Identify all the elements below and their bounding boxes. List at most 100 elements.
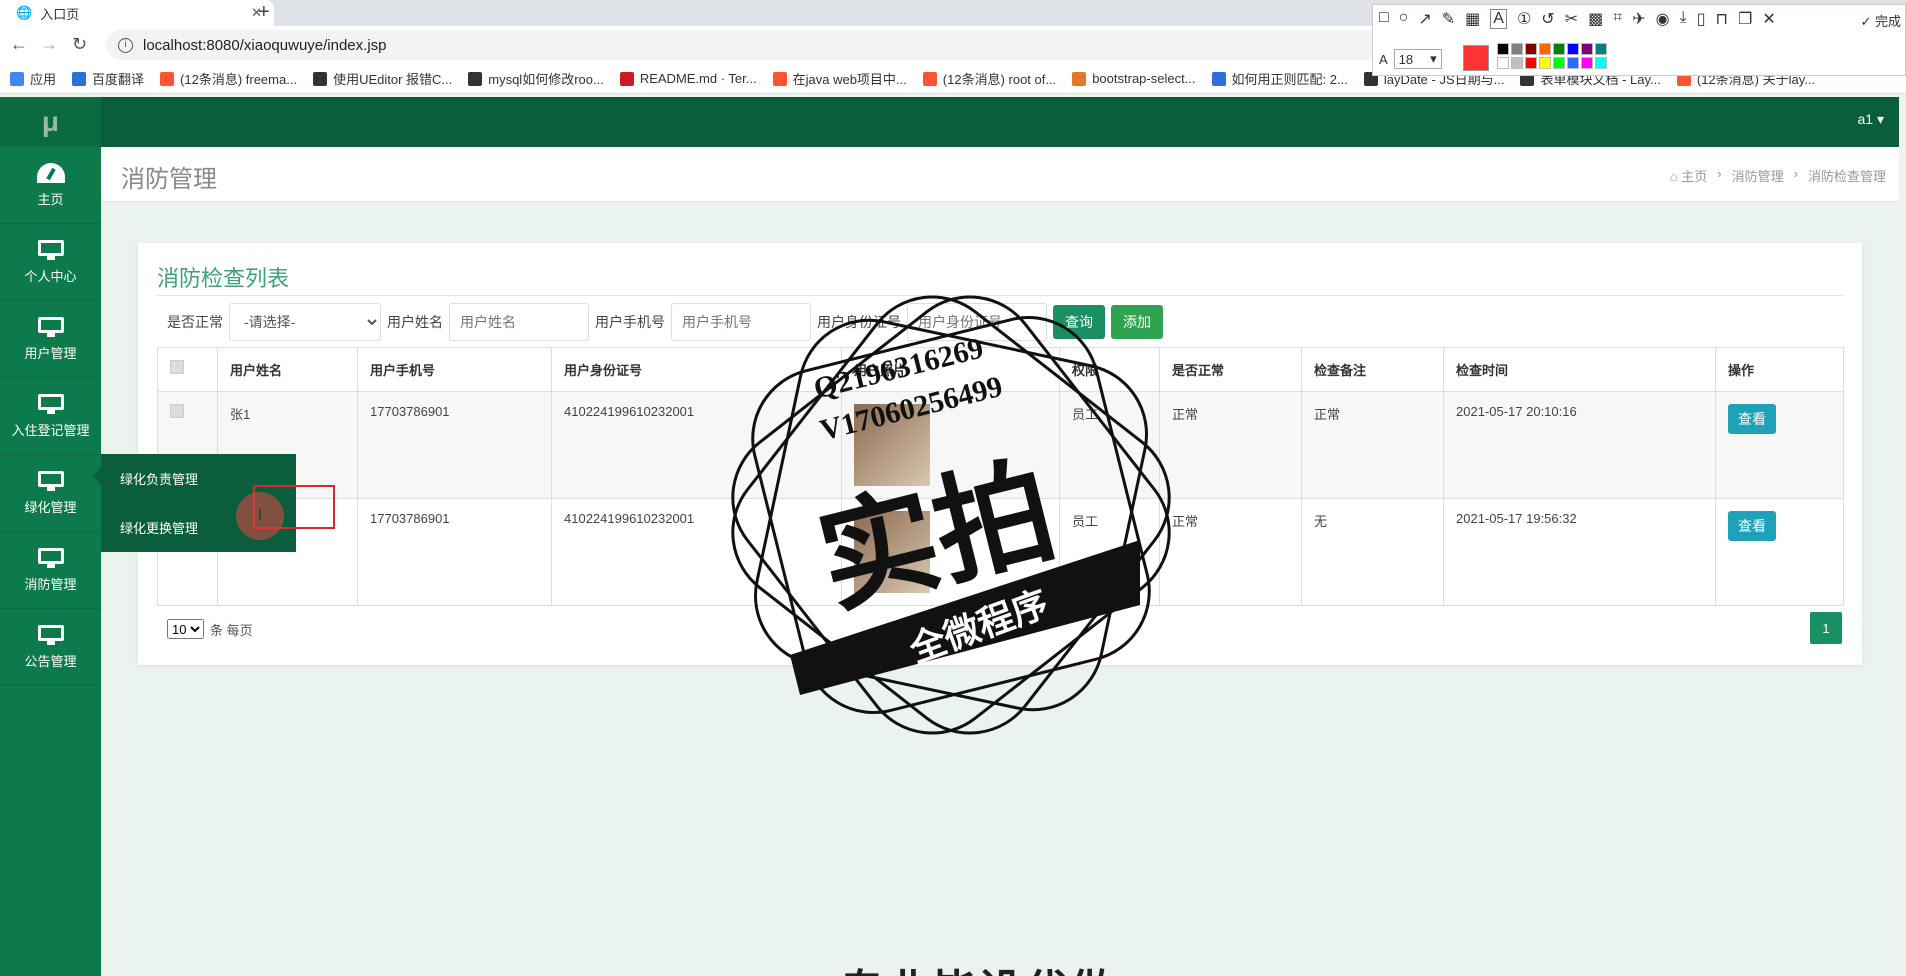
view-button[interactable]: 查看 <box>1728 404 1776 434</box>
pen-icon[interactable]: ✎ <box>1442 9 1455 29</box>
top-bar: a1 ▾ <box>101 97 1906 147</box>
bookmark-item[interactable]: README.md · Ter... <box>619 71 757 86</box>
cell-phone: 17703786901 <box>357 391 552 499</box>
copy-icon[interactable]: ❐ <box>1738 9 1752 29</box>
number-icon[interactable]: ① <box>1517 9 1531 29</box>
palette-swatch[interactable] <box>1539 43 1551 55</box>
undo-icon[interactable]: ↺ <box>1541 9 1554 29</box>
bookmark-favicon-icon <box>72 71 87 86</box>
bookmark-item[interactable]: 在java web项目中... <box>772 69 907 88</box>
user-menu[interactable]: a1 ▾ <box>1858 111 1885 128</box>
palette-swatch[interactable] <box>1567 43 1579 55</box>
record-icon[interactable]: ◉ <box>1656 9 1670 29</box>
cell-phone: 17703786901 <box>357 498 552 606</box>
name-label: 用户姓名 <box>387 314 443 330</box>
breadcrumb-level1[interactable]: 消防管理 <box>1732 166 1784 185</box>
palette-swatch[interactable] <box>1525 43 1537 55</box>
bottom-banner-text: 专业毕设代做 <box>840 955 1116 976</box>
bookmark-favicon-icon <box>160 71 175 86</box>
bookmark-item[interactable]: 使用UEditor 报错C... <box>313 69 452 88</box>
info-icon[interactable]: i <box>118 37 133 53</box>
bookmark-label: 应用 <box>30 72 57 87</box>
text-cursor-icon: I <box>257 507 263 524</box>
palette-swatch[interactable] <box>1539 57 1551 69</box>
ellipse-icon[interactable]: ○ <box>1399 9 1409 29</box>
palette-swatch[interactable] <box>1595 43 1607 55</box>
cell-action: 查看 <box>1715 498 1844 606</box>
sidebar-item[interactable]: 公告管理 <box>0 609 101 686</box>
text-icon[interactable]: A <box>1490 9 1507 29</box>
breadcrumb-level2: 消防检查管理 <box>1807 169 1886 184</box>
page-scrollbar[interactable] <box>1899 97 1906 967</box>
palette-swatch[interactable] <box>1595 57 1607 69</box>
arrow-icon[interactable]: ↗ <box>1418 9 1431 29</box>
bookmark-label: 如何用正则匹配: 2... <box>1231 72 1348 87</box>
palette-swatch[interactable] <box>1511 43 1523 55</box>
scissors-icon[interactable]: ✂ <box>1565 9 1578 29</box>
bookmark-item[interactable]: (12条消息) freema... <box>160 69 297 88</box>
bookmark-item[interactable]: 百度翻译 <box>72 69 144 88</box>
forward-icon[interactable]: → <box>40 34 58 55</box>
list-title: 消防检查列表 <box>157 266 290 291</box>
select-all-checkbox[interactable] <box>170 360 184 374</box>
page-button-1[interactable]: 1 <box>1810 612 1842 644</box>
sidebar-item[interactable]: 入住登记管理 <box>0 378 101 455</box>
back-icon[interactable]: ← <box>10 34 28 55</box>
current-color-swatch[interactable] <box>1463 45 1489 71</box>
col-remark: 检查备注 <box>1301 347 1444 392</box>
bookmark-icon[interactable]: ⊓ <box>1716 9 1728 29</box>
cell-remark: 无 <box>1301 498 1444 606</box>
bookmark-favicon-icon <box>619 71 634 86</box>
download-icon[interactable]: ⤓ <box>1680 9 1687 29</box>
sidebar-item[interactable]: 消防管理 <box>0 532 101 609</box>
reload-icon[interactable]: ↻ <box>72 34 87 55</box>
pin-icon[interactable]: ✈ <box>1632 9 1645 29</box>
phone-icon[interactable]: ▯ <box>1697 9 1706 29</box>
palette-swatch[interactable] <box>1497 43 1509 55</box>
page-header: 消防管理 ⌂ 主页 › 消防管理 › 消防检查管理 <box>101 147 1906 202</box>
name-input[interactable] <box>449 303 589 341</box>
phone-label: 用户手机号 <box>595 314 665 330</box>
breadcrumb-home[interactable]: ⌂ 主页 <box>1670 166 1708 185</box>
bookmark-item[interactable]: 如何用正则匹配: 2... <box>1211 69 1348 88</box>
bookmark-item[interactable]: (12条消息) root of... <box>922 69 1056 88</box>
bookmark-favicon-icon <box>1072 71 1087 86</box>
palette-swatch[interactable] <box>1581 43 1593 55</box>
browser-tab[interactable]: 🌐 入口页 ✕ <box>0 0 274 26</box>
monitor-icon <box>37 393 64 414</box>
bookmark-item[interactable]: 应用 <box>10 69 56 88</box>
row-checkbox[interactable] <box>170 404 184 418</box>
palette-swatch[interactable] <box>1553 43 1565 55</box>
palette-swatch[interactable] <box>1553 57 1565 69</box>
mosaic-icon[interactable]: ▦ <box>1465 9 1480 29</box>
page-title: 消防管理 <box>121 166 217 193</box>
palette-swatch[interactable] <box>1525 57 1537 69</box>
palette-swatch[interactable] <box>1497 57 1509 69</box>
rectangle-icon[interactable]: □ <box>1379 9 1389 29</box>
sidebar-item-label: 消防管理 <box>24 576 77 592</box>
cell-time: 2021-05-17 19:56:32 <box>1443 498 1716 606</box>
palette-swatch[interactable] <box>1581 57 1593 69</box>
bookmark-label: bootstrap-select... <box>1092 71 1196 86</box>
sidebar-item[interactable]: 个人中心 <box>0 224 101 301</box>
cancel-icon[interactable]: ✕ <box>1762 9 1775 29</box>
palette-swatch[interactable] <box>1511 57 1523 69</box>
bookmark-label: 百度翻译 <box>92 72 145 87</box>
bookmark-label: 使用UEditor 报错C... <box>333 72 453 87</box>
sidebar-item[interactable]: 主页 <box>0 147 101 224</box>
sidebar-item[interactable]: 绿化管理 <box>0 455 101 532</box>
normal-select[interactable]: -请选择- <box>229 303 381 341</box>
per-page-label: 条 每页 <box>210 622 253 638</box>
font-size-select[interactable]: 18 ▾ <box>1393 49 1442 69</box>
palette-swatch[interactable] <box>1567 57 1579 69</box>
sidebar-item[interactable]: 用户管理 <box>0 301 101 378</box>
scan-icon[interactable]: ⌗ <box>1613 9 1622 29</box>
bookmark-item[interactable]: mysql如何修改roo... <box>468 69 604 88</box>
page-size-select[interactable]: 10 <box>167 619 204 639</box>
bookmark-item[interactable]: bootstrap-select... <box>1072 71 1196 86</box>
font-size-icon: A <box>1379 51 1388 67</box>
view-button[interactable]: 查看 <box>1728 511 1776 541</box>
finish-button[interactable]: ✓ 完成 <box>1860 11 1901 30</box>
qr-icon[interactable]: ▩ <box>1588 9 1603 29</box>
new-tab-icon[interactable]: + <box>258 0 270 24</box>
